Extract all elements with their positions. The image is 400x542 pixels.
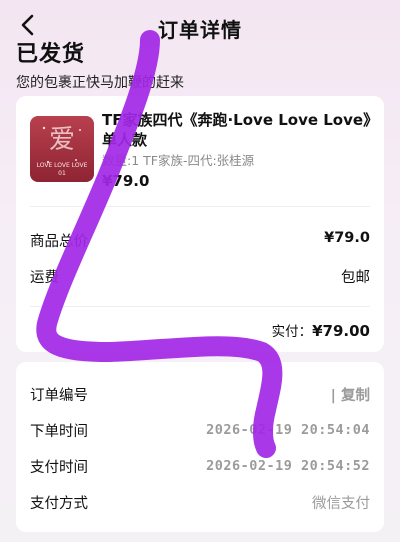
- paid-value: ¥79.00: [312, 322, 370, 340]
- product-card: 爱 LOVE LOVE LOVE 01 TF家族四代《奔跑·Love Love …: [16, 96, 384, 352]
- thumb-caption: LOVE LOVE LOVE: [36, 162, 88, 169]
- pay-time-label: 支付时间: [30, 460, 88, 476]
- goods-total-label: 商品总价: [30, 234, 88, 250]
- order-time-value: 2026-02-19 20:54:04: [206, 422, 370, 438]
- paid-amount: 实付：¥79.00: [272, 320, 370, 340]
- copy-button[interactable]: | 复制: [331, 384, 370, 405]
- order-status-subtitle: 您的包裹正快马加鞭的赶来: [16, 75, 184, 91]
- svg-text:爱: 爱: [49, 125, 75, 155]
- product-price: ¥79.0: [102, 172, 150, 190]
- divider: [30, 206, 370, 207]
- pay-method-value: 微信支付: [312, 496, 370, 512]
- product-spec: 数量:1 TF家族-四代:张桂源: [102, 153, 255, 168]
- order-status-title: 已发货: [16, 42, 86, 67]
- product-title[interactable]: TF家族四代《奔跑·Love Love Love》单人款: [102, 110, 372, 150]
- paid-label: 实付：: [271, 324, 313, 340]
- order-time-label: 下单时间: [30, 424, 88, 440]
- divider: [30, 306, 370, 307]
- pay-time-value: 2026-02-19 20:54:52: [206, 458, 370, 474]
- order-number-label: 订单编号: [30, 388, 88, 404]
- order-info-card: 订单编号 | 复制 下单时间 2026-02-19 20:54:04 支付时间 …: [16, 362, 384, 532]
- shipping-label: 运费: [30, 270, 59, 286]
- goods-total-value: ¥79.0: [324, 230, 370, 246]
- pay-method-label: 支付方式: [30, 496, 88, 512]
- thumb-sub: 01: [58, 170, 66, 177]
- product-thumbnail[interactable]: 爱 LOVE LOVE LOVE 01: [30, 116, 94, 182]
- shipping-value: 包邮: [341, 270, 370, 286]
